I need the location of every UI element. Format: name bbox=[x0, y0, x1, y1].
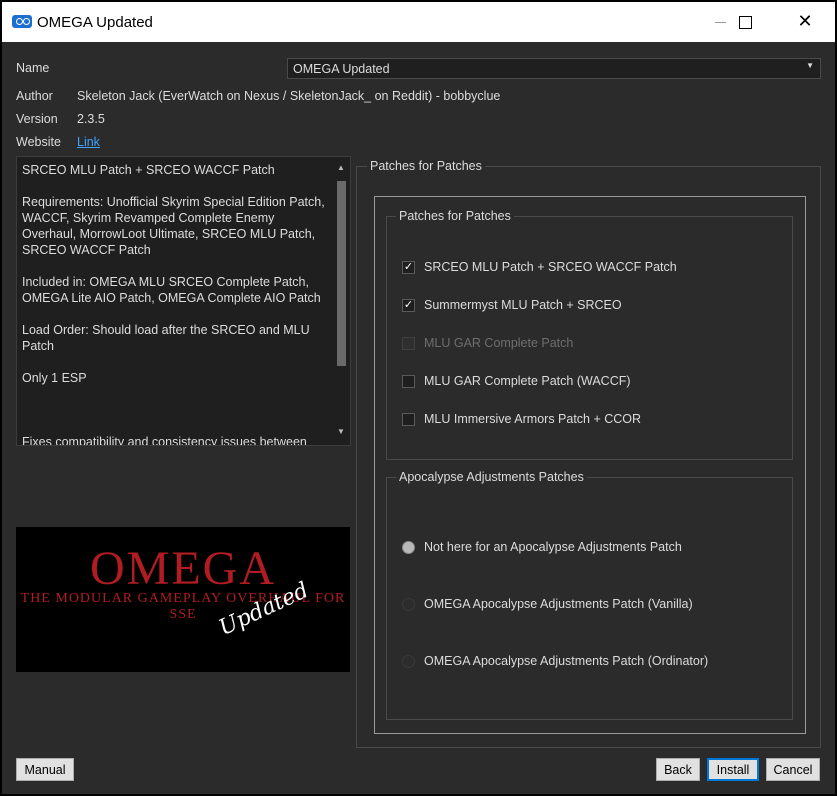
patch-option[interactable]: ✓ SRCEO MLU Patch + SRCEO WACCF Patch bbox=[402, 259, 677, 275]
description-paragraph: Fixes compatibility and consistency issu… bbox=[22, 435, 307, 446]
checkmark-icon: ✓ bbox=[403, 298, 414, 311]
installer-window: OMEGA Updated ✕ Name OMEGA Updated ▼ Aut… bbox=[2, 2, 835, 794]
author-label: Author bbox=[16, 89, 53, 103]
manual-button[interactable]: Manual bbox=[16, 758, 74, 781]
description-paragraph: Included in: OMEGA MLU SRCEO Complete Pa… bbox=[22, 275, 321, 305]
patch-option-label: Summermyst MLU Patch + SRCEO bbox=[424, 298, 622, 312]
description-paragraph: SRCEO MLU Patch + SRCEO WACCF Patch bbox=[22, 163, 275, 177]
name-label: Name bbox=[16, 61, 50, 75]
apocalypse-option[interactable]: OMEGA Apocalypse Adjustments Patch (Ordi… bbox=[402, 653, 708, 669]
description-paragraph: Load Order: Should load after the SRCEO … bbox=[22, 323, 310, 353]
checkmark-icon: ✓ bbox=[403, 260, 414, 273]
checkbox[interactable] bbox=[402, 374, 415, 388]
patch-option-label: MLU GAR Complete Patch (WACCF) bbox=[424, 374, 631, 388]
patch-option[interactable]: MLU GAR Complete Patch (WACCF) bbox=[402, 373, 631, 389]
description-paragraph bbox=[22, 402, 327, 418]
checkbox[interactable] bbox=[402, 412, 415, 426]
radio[interactable] bbox=[402, 654, 415, 668]
checkbox-checked[interactable]: ✓ bbox=[402, 298, 415, 312]
patch-option: MLU GAR Complete Patch bbox=[402, 335, 573, 351]
apocalypse-option[interactable]: OMEGA Apocalypse Adjustments Patch (Vani… bbox=[402, 596, 693, 612]
app-icon bbox=[12, 15, 32, 28]
website-link[interactable]: Link bbox=[77, 135, 100, 149]
patch-option-label: MLU Immersive Armors Patch + CCOR bbox=[424, 412, 642, 426]
title-bar: OMEGA Updated ✕ bbox=[2, 2, 835, 42]
scroll-down-icon[interactable]: ▼ bbox=[337, 427, 345, 436]
close-icon: ✕ bbox=[797, 11, 813, 32]
patch-option-label: SRCEO MLU Patch + SRCEO WACCF Patch bbox=[424, 260, 677, 274]
patch-option[interactable]: ✓ Summermyst MLU Patch + SRCEO bbox=[402, 297, 622, 313]
patch-option-label: MLU GAR Complete Patch bbox=[424, 336, 574, 350]
version-value: 2.3.5 bbox=[77, 112, 105, 126]
description-text: SRCEO MLU Patch + SRCEO WACCF Patch Requi… bbox=[22, 162, 327, 446]
apocalypse-group-title: Apocalypse Adjustments Patches bbox=[396, 470, 587, 484]
maximize-icon bbox=[738, 15, 752, 29]
scroll-thumb[interactable] bbox=[337, 181, 346, 366]
mod-banner-image: OMEGA THE MODULAR GAMEPLAY OVERHAUL FOR … bbox=[16, 527, 350, 672]
checkbox-checked[interactable]: ✓ bbox=[402, 260, 415, 274]
apocalypse-option-label: OMEGA Apocalypse Adjustments Patch (Ordi… bbox=[424, 654, 709, 668]
description-paragraph: Only 1 ESP bbox=[22, 371, 87, 385]
radio-selected[interactable] bbox=[402, 540, 415, 554]
step-title: Patches for Patches bbox=[367, 159, 485, 173]
description-paragraph: Requirements: Unofficial Skyrim Special … bbox=[22, 195, 325, 257]
cancel-button[interactable]: Cancel bbox=[766, 758, 820, 781]
apocalypse-option[interactable]: Not here for an Apocalypse Adjustments P… bbox=[402, 539, 682, 555]
author-value: Skeleton Jack (EverWatch on Nexus / Skel… bbox=[77, 89, 501, 103]
maximize-button[interactable] bbox=[722, 2, 768, 42]
chevron-down-icon: ▼ bbox=[806, 61, 814, 70]
back-button[interactable]: Back bbox=[656, 758, 700, 781]
patch-option[interactable]: MLU Immersive Armors Patch + CCOR bbox=[402, 411, 641, 427]
window-title: OMEGA Updated bbox=[37, 14, 153, 31]
patches-group-title: Patches for Patches bbox=[396, 209, 514, 223]
website-label: Website bbox=[16, 135, 61, 149]
name-value: OMEGA Updated bbox=[293, 62, 390, 76]
version-label: Version bbox=[16, 112, 58, 126]
checkbox bbox=[402, 336, 415, 350]
radio[interactable] bbox=[402, 597, 415, 611]
description-scrollbar[interactable]: ▲ ▼ bbox=[332, 157, 350, 445]
install-button[interactable]: Install bbox=[707, 758, 759, 781]
apocalypse-option-label: Not here for an Apocalypse Adjustments P… bbox=[424, 540, 682, 554]
close-button[interactable]: ✕ bbox=[782, 2, 828, 42]
description-box[interactable]: SRCEO MLU Patch + SRCEO WACCF Patch Requi… bbox=[16, 156, 351, 446]
scroll-up-icon[interactable]: ▲ bbox=[337, 163, 345, 172]
name-dropdown[interactable]: OMEGA Updated ▼ bbox=[287, 58, 821, 79]
apocalypse-option-label: OMEGA Apocalypse Adjustments Patch (Vani… bbox=[424, 597, 693, 611]
